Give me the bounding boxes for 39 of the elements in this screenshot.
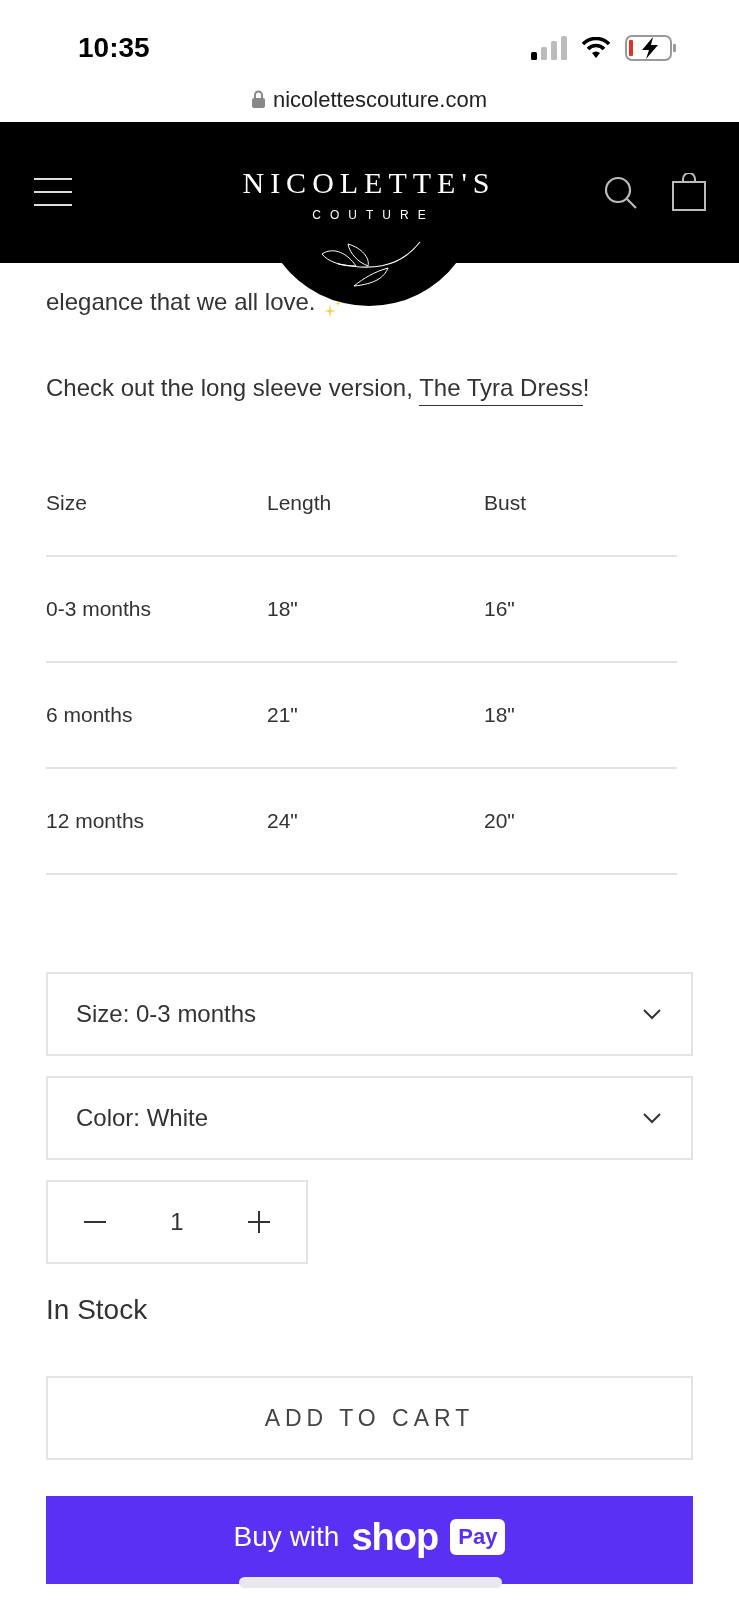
battery-charging-icon [625, 35, 677, 61]
column-header: Bust [484, 491, 527, 515]
column-header: Size [46, 491, 87, 515]
table-cell: 16" [484, 597, 515, 621]
menu-icon[interactable] [34, 178, 72, 206]
table-cell: 24" [267, 809, 298, 833]
shop-logo: shop [351, 1514, 439, 1560]
status-time: 10:35 [78, 31, 150, 65]
brand-subtitle[interactable]: COUTURE [303, 206, 435, 224]
minus-icon[interactable] [84, 1220, 106, 1224]
add-to-cart-button[interactable]: ADD TO CART [46, 1376, 693, 1460]
product-link[interactable]: The Tyra Dress [419, 374, 583, 406]
table-cell: 18" [484, 703, 515, 727]
table-cell: 6 months [46, 703, 133, 727]
stock-status: In Stock [46, 1293, 149, 1327]
description-text: elegance that we all love. [46, 287, 316, 317]
pay-badge: Pay [450, 1519, 506, 1555]
wifi-icon [581, 37, 611, 59]
lock-icon [252, 90, 265, 108]
cross-link-text: Check out the long sleeve version, The Tyra Dress! [46, 367, 693, 409]
table-cell: 20" [484, 809, 515, 833]
shop-pay-button[interactable]: Buy with shop Pay [46, 1496, 693, 1584]
table-cell: 0-3 months [46, 597, 152, 621]
url-text[interactable]: nicolettescouture.com [273, 82, 487, 116]
chevron-down-icon [643, 1112, 661, 1124]
quantity-value[interactable]: 1 [170, 1204, 184, 1240]
column-header: Length [267, 491, 332, 515]
search-icon[interactable] [604, 176, 638, 210]
button-label: Buy with [233, 1520, 340, 1554]
plus-icon[interactable] [248, 1211, 270, 1233]
chevron-down-icon [643, 1008, 661, 1020]
table-cell: 21" [267, 703, 298, 727]
signal-icon [531, 36, 567, 60]
table-cell: 12 months [46, 809, 145, 833]
option-select[interactable]: Color: White [46, 1076, 693, 1160]
shopping-bag-icon[interactable] [672, 173, 706, 211]
option-select[interactable]: Size: 0-3 months [46, 972, 693, 1056]
table-cell: 18" [267, 597, 298, 621]
brand-name[interactable]: NICOLETTE'S [242, 166, 496, 200]
